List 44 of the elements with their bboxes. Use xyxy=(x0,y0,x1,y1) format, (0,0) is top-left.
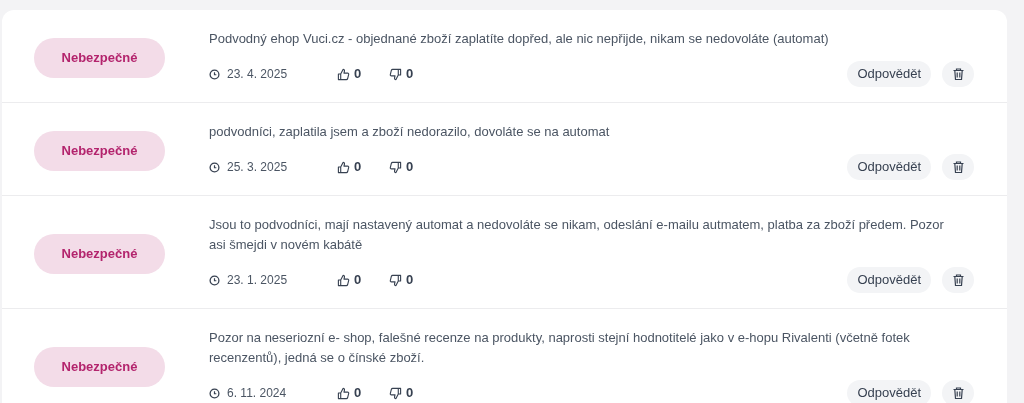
thumbs-up-icon[interactable] xyxy=(337,67,350,81)
review-date: 6. 11. 2024 xyxy=(227,385,287,402)
trash-icon xyxy=(952,274,964,286)
danger-badge: Nebezpečné xyxy=(34,131,165,171)
danger-badge: Nebezpečné xyxy=(34,38,165,78)
like-count: 0 xyxy=(354,384,362,403)
reply-button[interactable]: Odpovědět xyxy=(847,154,931,180)
dislike-count: 0 xyxy=(406,384,414,403)
thumbs-up-icon[interactable] xyxy=(337,273,350,287)
dislike-count: 0 xyxy=(406,158,414,177)
clock-icon xyxy=(209,68,220,80)
dislike-count: 0 xyxy=(406,271,414,290)
review-date: 25. 3. 2025 xyxy=(227,159,288,176)
clock-icon xyxy=(209,387,220,399)
clock-icon xyxy=(209,161,220,173)
thumbs-up-icon[interactable] xyxy=(337,160,350,174)
thumbs-down-icon[interactable] xyxy=(389,386,402,400)
danger-badge: Nebezpečné xyxy=(34,347,165,387)
dislike-count: 0 xyxy=(406,65,414,84)
review-text: Podvodný ehop Vuci.cz - objednané zboží zaplatíte dopřed, ale nic nepřijde, nikam se nedovoláte (automat) xyxy=(209,30,830,48)
reply-button[interactable]: Odpovědět xyxy=(847,61,931,87)
thumbs-down-icon[interactable] xyxy=(389,67,402,81)
like-count: 0 xyxy=(354,271,362,290)
like-count: 0 xyxy=(354,158,362,177)
review-text: podvodníci, zaplatila jsem a zboží nedorazilo, dovoláte se na automat xyxy=(209,123,611,141)
thumbs-up-icon[interactable] xyxy=(337,386,350,400)
review-date: 23. 1. 2025 xyxy=(227,272,288,289)
danger-badge: Nebezpečné xyxy=(34,234,165,274)
delete-button[interactable] xyxy=(942,154,974,180)
like-count: 0 xyxy=(354,65,362,84)
trash-icon xyxy=(952,161,964,173)
trash-icon xyxy=(952,387,964,399)
delete-button[interactable] xyxy=(942,380,974,403)
review-date: 23. 4. 2025 xyxy=(227,66,288,83)
clock-icon xyxy=(209,274,220,286)
reply-button[interactable]: Odpovědět xyxy=(847,380,931,403)
reply-button[interactable]: Odpovědět xyxy=(847,267,931,293)
thumbs-down-icon[interactable] xyxy=(389,160,402,174)
trash-icon xyxy=(952,68,964,80)
delete-button[interactable] xyxy=(942,61,974,87)
review-text: Jsou to podvodníci, mají nastavený automat a nedovoláte se nikam, odeslání e-mailu autmatem, platba za zboží předem. Pozor asi šmejdi v novém kabátě xyxy=(209,216,945,254)
review-text: Pozor na neseriozní e- shop, falešné recenze na produkty, naprosti stejní hodnotitelé jako v e-hopu Rivalenti (včetně fotek recenzentů), jedná se o čínské zboží. xyxy=(209,329,911,367)
delete-button[interactable] xyxy=(942,267,974,293)
thumbs-down-icon[interactable] xyxy=(389,273,402,287)
